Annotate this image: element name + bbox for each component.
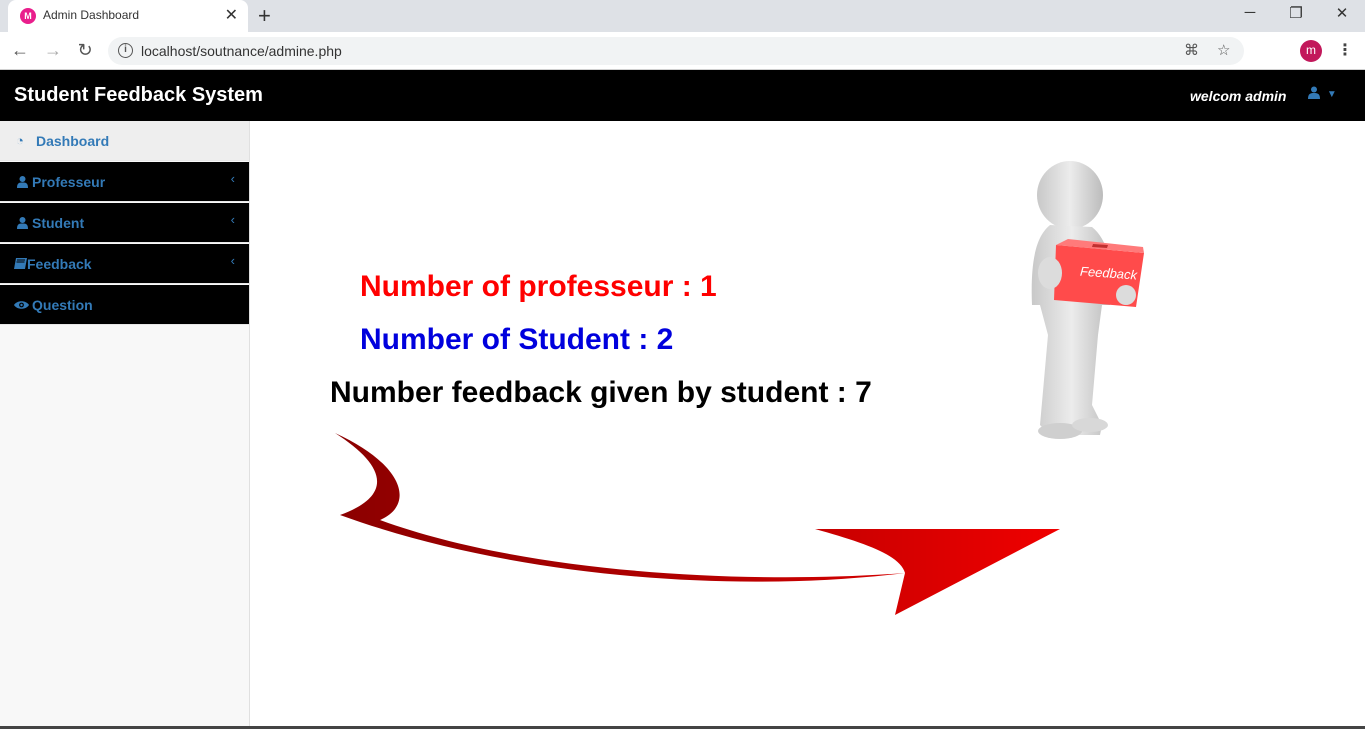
feedback-figure-illustration: Feedback — [1031, 161, 1144, 439]
info-icon[interactable]: i — [118, 43, 133, 58]
browser-tab-strip: M Admin Dashboard ✕ + ─ ❐ ✕ — [0, 0, 1365, 32]
translate-icon[interactable]: ⌘ — [1184, 41, 1199, 59]
restore-icon[interactable]: ❐ — [1286, 4, 1306, 22]
feedback-count: Number feedback given by student : 7 — [330, 376, 872, 409]
professeur-count: Number of professeur : 1 — [360, 270, 717, 303]
sidebar-item-label: Student — [32, 215, 85, 231]
tab-title: Admin Dashboard — [43, 8, 140, 22]
url-text[interactable]: localhost/soutnance/admine.php — [141, 43, 342, 59]
bookmark-star-icon[interactable]: ☆ — [1217, 41, 1230, 59]
arrow-illustration — [335, 433, 1060, 615]
sidebar-item-student[interactable]: Student ‹ — [0, 203, 249, 243]
sidebar-item-label: Feedback — [27, 256, 92, 272]
sidebar-item-professeur[interactable]: Professeur ‹ — [0, 162, 249, 202]
caret-down-icon: ▼ — [1326, 89, 1337, 100]
sidebar-item-question[interactable]: Question — [0, 285, 249, 325]
sidebar-item-label: Dashboard — [36, 133, 110, 149]
close-tab-icon[interactable]: ✕ — [225, 5, 238, 25]
dashboard-icon: ◔ — [16, 133, 24, 148]
profile-avatar[interactable]: m — [1300, 40, 1322, 62]
app-navbar: Student Feedback System welcom admin ▼ — [0, 70, 1365, 121]
browser-toolbar: ← → ↻ i localhost/soutnance/admine.php ⌘… — [0, 32, 1365, 70]
browser-tab[interactable]: M Admin Dashboard ✕ — [8, 0, 248, 32]
address-bar[interactable]: i localhost/soutnance/admine.php ⌘ ☆ — [108, 37, 1244, 65]
book-icon — [14, 258, 27, 269]
chevron-left-icon: ‹ — [230, 253, 235, 268]
sidebar-item-label: Question — [32, 297, 93, 313]
sidebar: ◔ Dashboard Professeur ‹ Student ‹ Feedb… — [0, 121, 250, 729]
brand-title[interactable]: Student Feedback System — [14, 84, 263, 107]
user-dropdown[interactable]: ▼ — [1308, 86, 1337, 102]
browser-menu-icon[interactable]: ⋮ — [1337, 40, 1353, 60]
sidebar-item-feedback[interactable]: Feedback ‹ — [0, 244, 249, 284]
user-icon — [17, 217, 28, 229]
user-icon — [17, 176, 28, 188]
chevron-left-icon: ‹ — [230, 212, 235, 227]
close-window-icon[interactable]: ✕ — [1332, 4, 1352, 22]
welcome-text: welcom admin — [1190, 88, 1287, 104]
user-icon — [1308, 86, 1320, 99]
chevron-left-icon: ‹ — [230, 171, 235, 186]
sidebar-item-label: Professeur — [32, 174, 106, 190]
minimize-icon[interactable]: ─ — [1240, 4, 1260, 21]
new-tab-icon[interactable]: + — [258, 3, 271, 29]
favicon-icon: M — [20, 8, 36, 24]
forward-icon[interactable]: → — [43, 40, 63, 61]
reload-icon[interactable]: ↻ — [75, 40, 95, 61]
student-count: Number of Student : 2 — [360, 323, 674, 356]
eye-icon — [14, 301, 29, 309]
sidebar-item-dashboard[interactable]: ◔ Dashboard — [0, 121, 249, 161]
back-icon[interactable]: ← — [10, 40, 30, 61]
